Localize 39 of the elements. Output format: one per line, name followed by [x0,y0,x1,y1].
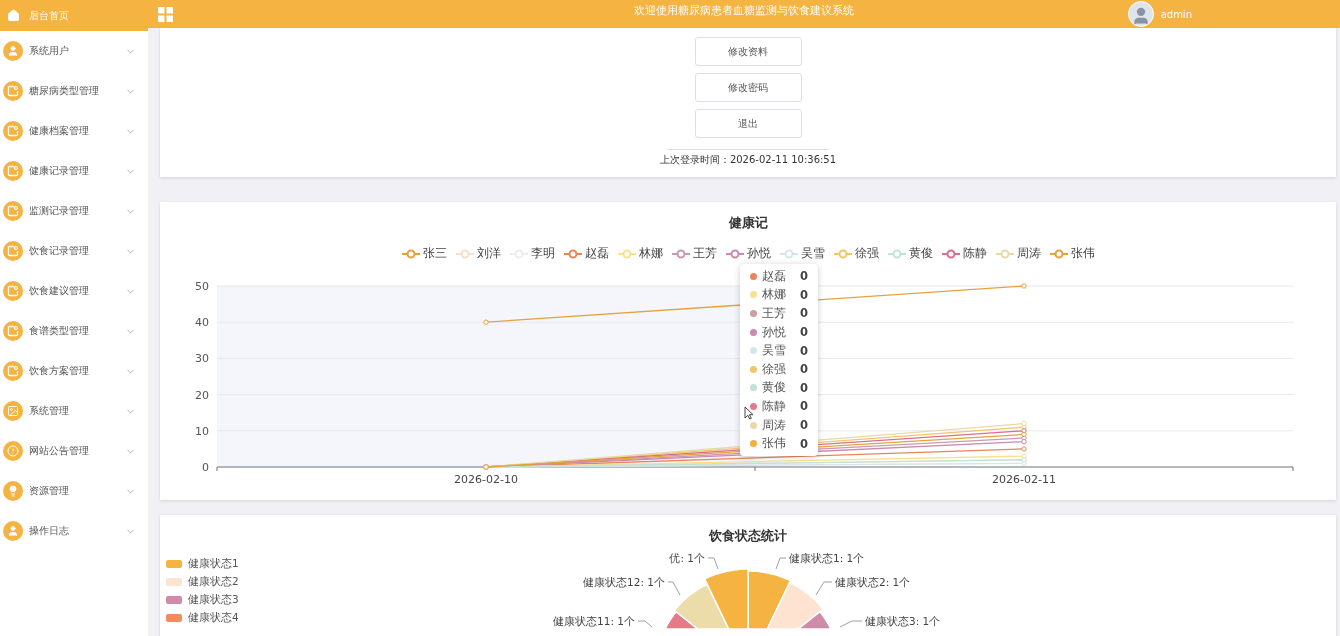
series-value: 0 [800,269,808,284]
x-tick-label: 2026-02-10 [454,473,518,486]
series-name: 孙悦 [762,324,786,340]
series-name: 张伟 [762,436,786,452]
slice-label: 健康状态12: 1个 [583,576,665,588]
series-name: 徐强 [762,361,786,377]
page-title: 欢迎使用糖尿病患者血糖监测与饮食建议系统 [634,3,854,18]
y-tick-label: 50 [195,280,209,293]
slice-label: 健康状态11: 1个 [553,615,635,627]
series-value: 0 [800,306,808,321]
series-name: 黄俊 [762,380,786,396]
series-value: 0 [800,380,808,395]
slice-label: 优: 1个 [669,552,705,564]
series-value: 0 [800,436,808,451]
last-login-text: 上次登录时间：2026-02-11 10:36:51 [659,153,837,167]
chart-title: 健康记 [728,214,768,232]
series-value: 0 [800,343,808,358]
series-value: 0 [800,399,808,414]
series-name: 陈静 [762,398,786,414]
series-value: 0 [800,287,808,302]
series-name: 王芳 [762,306,786,321]
slice-label: 健康状态3: 1个 [865,615,941,627]
user-name: admin [1160,8,1192,20]
series-name: 赵磊 [762,268,786,284]
series-name: 林娜 [762,287,786,303]
chart-title: 饮食状态统计 [709,527,787,545]
y-tick-label: 30 [195,352,209,366]
y-tick-label: 0 [202,461,209,474]
series-value: 0 [800,325,808,340]
y-tick-label: 40 [195,316,209,330]
series-value: 0 [800,418,808,433]
slice-label: 健康状态1: 1个 [789,552,865,564]
slice-label: 健康状态2: 1个 [835,576,911,588]
y-tick-label: 20 [195,388,209,402]
x-tick-label: 2026-02-11 [992,473,1056,486]
series-name: 吴雪 [762,343,786,359]
series-name: 周涛 [762,417,786,433]
series-value: 0 [800,362,808,377]
y-tick-label: 10 [195,424,209,438]
